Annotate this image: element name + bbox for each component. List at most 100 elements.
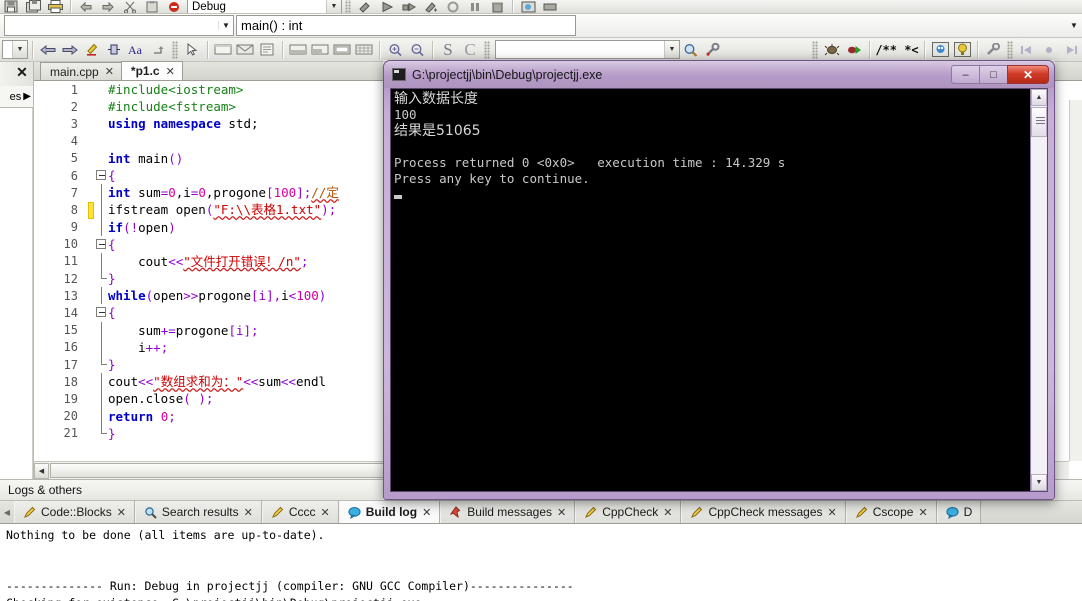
toolbar-overflow-chevron-icon[interactable]: ▼ [1066,21,1082,30]
marker-margin[interactable] [86,167,95,184]
close-icon[interactable]: ✕ [918,506,927,519]
back-icon[interactable] [37,40,59,60]
log-tab-search-results[interactable]: Search results ✕ [134,501,262,523]
tools-icon[interactable] [982,40,1004,60]
scroll-down-arrow-icon[interactable]: ▼ [1031,474,1047,491]
editor-tab-main-cpp[interactable]: main.cpp ✕ [40,62,122,80]
chevron-down-icon[interactable]: ▼ [12,41,27,58]
fold-margin[interactable] [95,270,108,287]
chevron-right-icon[interactable]: ▶ [23,91,31,102]
save-all-icon[interactable] [22,0,44,13]
panel-left-icon[interactable] [287,40,309,60]
toggle-comment-icon[interactable]: Aa [125,40,147,60]
management-panel-tab[interactable]: es ▶ [0,86,33,108]
doxywizard-icon[interactable] [929,40,951,60]
log-tab-cscope[interactable]: Cscope ✕ [845,501,937,523]
abort-icon[interactable] [163,0,185,13]
fold-margin[interactable] [95,133,108,150]
run-icon[interactable] [376,0,398,13]
marker-margin[interactable] [86,322,95,339]
close-icon[interactable]: ✕ [321,506,330,519]
paste-icon[interactable] [141,0,163,13]
record-icon[interactable] [1038,40,1060,60]
toolbar-grip[interactable] [345,0,351,13]
grid-icon[interactable] [353,40,375,60]
fold-margin[interactable] [95,201,108,219]
chevron-down-icon[interactable]: ▼ [326,0,341,13]
editor-vertical-scrollbar[interactable] [1069,100,1082,461]
search-icon[interactable] [680,40,702,60]
window-icon[interactable] [212,40,234,60]
close-icon[interactable]: ✕ [244,506,253,519]
log-tab-cccc[interactable]: Cccc ✕ [261,501,339,523]
marker-margin[interactable] [86,236,95,253]
marker-margin[interactable] [86,425,95,442]
log-tab-cppcheck[interactable]: CppCheck ✕ [575,501,682,523]
next-line-icon[interactable] [539,0,561,13]
marker-margin[interactable] [86,253,95,270]
fold-margin[interactable] [95,321,108,339]
function-scope-combo[interactable]: main() : int [236,15,576,36]
cut-icon[interactable] [119,0,141,13]
scroll-up-arrow-icon[interactable]: ▲ [1031,89,1047,106]
toolbar-grip-5[interactable] [1007,40,1013,59]
panel-bottom-icon[interactable] [309,40,331,60]
marker-margin[interactable] [86,339,95,356]
marker-margin[interactable] [86,270,95,287]
redo-icon[interactable] [97,0,119,13]
marker-margin[interactable] [86,408,95,425]
debugger-icon[interactable] [821,40,843,60]
goto-icon[interactable] [147,40,169,60]
pointer-icon[interactable] [181,40,203,60]
panel-frame-icon[interactable] [331,40,353,60]
console-output[interactable]: 输入数据长度 100 结果是51065 Process returned 0 <0x… [391,89,1030,491]
close-button[interactable]: ✕ [1007,65,1049,84]
close-icon[interactable]: ✕ [557,506,566,519]
marker-margin[interactable] [86,98,95,115]
chevron-down-icon[interactable]: ▼ [218,21,233,30]
zoom-in-icon[interactable] [384,40,406,60]
console-window[interactable]: G:\projectjj\bin\Debug\projectjj.exe – □… [383,60,1055,500]
fold-margin[interactable] [95,407,108,425]
marker-margin[interactable] [86,184,95,201]
search-input[interactable]: ▼ [495,40,680,59]
fold-margin[interactable] [95,218,108,236]
mini-combo[interactable]: ▼ [2,40,28,59]
console-scroll-thumb[interactable] [1031,107,1047,137]
run-debug-icon[interactable] [843,40,865,60]
close-icon[interactable]: ✕ [105,65,114,78]
highlight-icon[interactable] [81,40,103,60]
minimize-button[interactable]: – [951,65,979,84]
toolbar-grip-2[interactable] [172,40,178,59]
fold-margin[interactable] [95,373,108,391]
s-icon[interactable]: S [437,40,459,60]
print-icon[interactable] [44,0,66,13]
marker-margin[interactable] [86,373,95,390]
scroll-left-arrow-icon[interactable]: ◀ [34,462,49,479]
marker-margin[interactable] [86,133,95,150]
debug-window-icon[interactable] [517,0,539,13]
console-vertical-scrollbar[interactable]: ▲ ▼ [1030,89,1047,491]
fold-margin[interactable] [95,184,108,202]
rebuild-icon[interactable] [420,0,442,13]
fold-margin[interactable] [95,304,108,321]
toggle-bookmark-icon[interactable] [103,40,125,60]
fold-margin[interactable] [95,424,108,442]
fold-margin[interactable] [95,115,108,132]
abort-build-icon[interactable] [442,0,464,13]
log-tab-d[interactable]: D [936,501,982,523]
marker-margin[interactable] [86,390,95,407]
close-icon[interactable]: ✕ [14,64,30,80]
fold-margin[interactable] [95,150,108,167]
fold-margin[interactable] [95,338,108,356]
forward-icon[interactable] [59,40,81,60]
marker-margin[interactable] [86,150,95,167]
toolbar-grip-4[interactable] [812,40,818,59]
c-icon[interactable]: C [459,40,481,60]
undo-icon[interactable] [75,0,97,13]
close-icon[interactable]: ✕ [663,506,672,519]
fold-margin[interactable] [95,81,108,98]
fold-margin[interactable] [95,356,108,373]
log-tabs-scroll-left-icon[interactable]: ◀ [0,501,14,523]
fold-margin[interactable] [95,287,108,305]
